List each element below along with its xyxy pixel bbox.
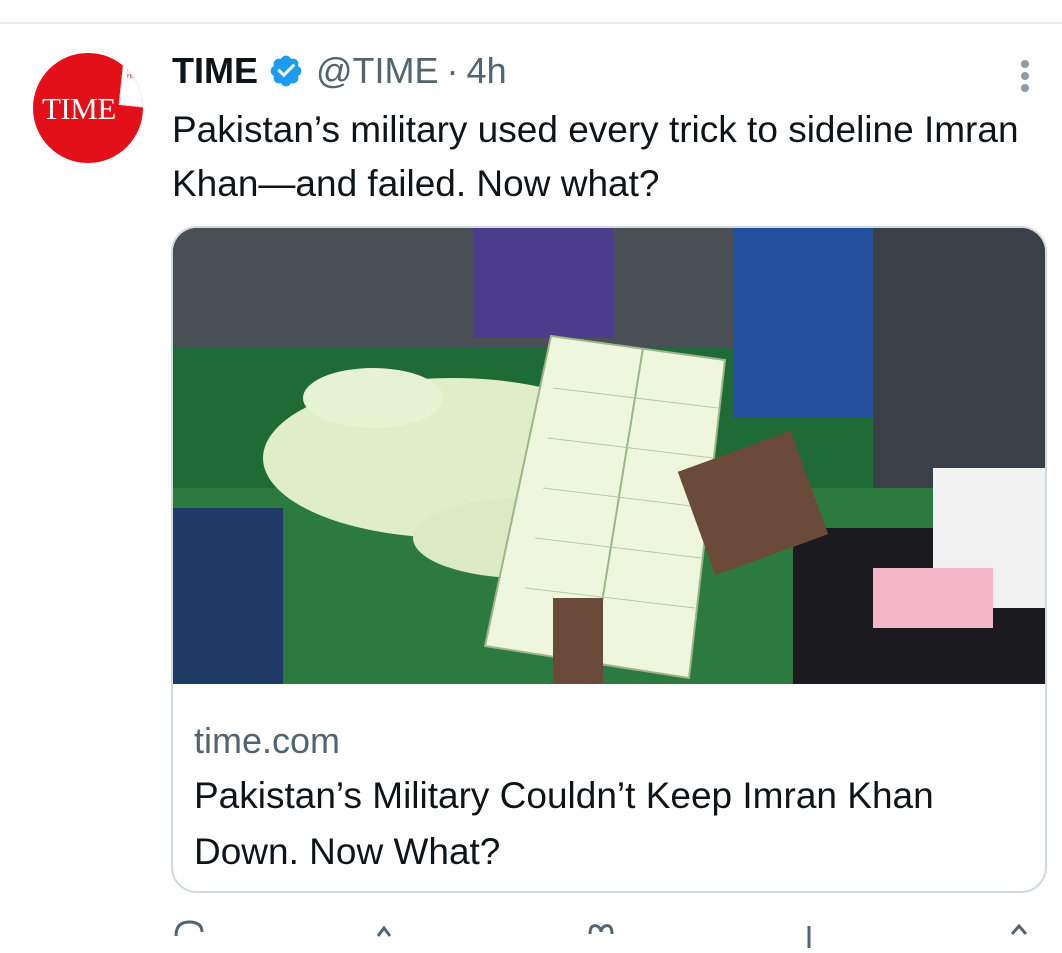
avatar-logo-text: TIME — [42, 91, 116, 126]
top-divider — [0, 22, 1062, 24]
display-name[interactable]: TIME — [172, 50, 258, 92]
avatar[interactable]: OUR 100TH YEAR TIME — [33, 53, 143, 163]
tweet-text: Pakistan’s military used every trick to … — [172, 109, 1019, 204]
verified-badge-icon — [270, 55, 302, 87]
reply-icon[interactable] — [172, 918, 206, 948]
separator-dot: · — [446, 50, 459, 91]
retweet-icon[interactable] — [372, 918, 406, 948]
share-icon[interactable] — [1002, 918, 1036, 948]
action-bar — [172, 918, 1032, 948]
user-handle[interactable]: @TIME — [316, 50, 439, 92]
link-preview-card[interactable]: time.com Pakistan’s Military Couldn’t Ke… — [171, 226, 1047, 893]
views-icon[interactable] — [792, 918, 826, 948]
like-icon[interactable] — [584, 918, 618, 948]
centennial-badge: OUR 100TH YEAR — [118, 59, 143, 109]
article-image — [173, 228, 1045, 684]
badge-text: OUR 100TH YEAR — [125, 66, 143, 82]
timestamp[interactable]: 4h — [467, 50, 507, 92]
tweet-header: TIME @TIME · 4h — [172, 48, 507, 94]
card-title[interactable]: Pakistan’s Military Couldn’t Keep Imran … — [194, 768, 1014, 880]
card-domain[interactable]: time.com — [194, 720, 340, 762]
more-options-icon[interactable] — [1013, 56, 1037, 96]
